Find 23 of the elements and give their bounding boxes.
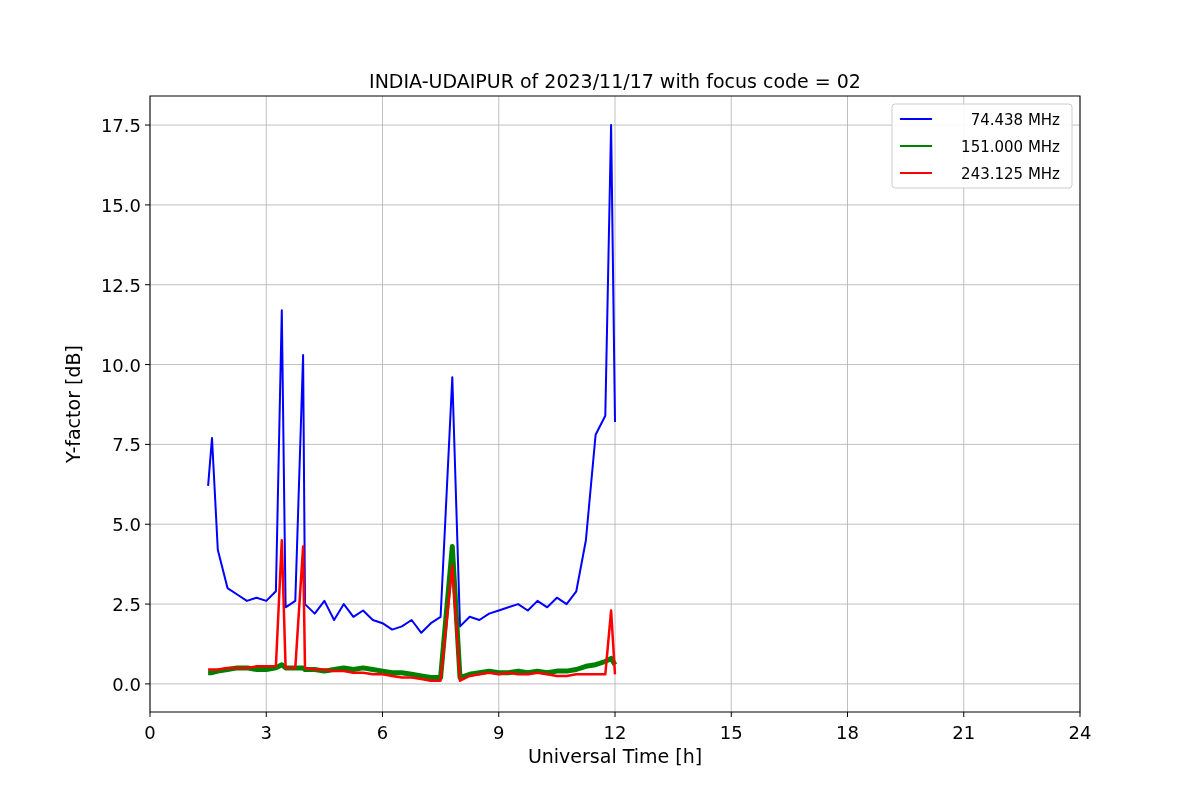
- tick-label: 10.0: [100, 354, 141, 376]
- tick-label: 0: [144, 722, 156, 743]
- tick-label: 0.0: [112, 673, 141, 695]
- tick-label: 24: [1068, 722, 1092, 743]
- legend-label: 243.125 MHz: [961, 165, 1060, 183]
- tick-label: 12: [603, 722, 627, 743]
- legend-label: 151.000 MHz: [961, 138, 1060, 156]
- tick-label: 15: [719, 722, 743, 743]
- tick-label: 6: [376, 722, 389, 743]
- tick-label: 12.5: [100, 274, 141, 296]
- tick-label: 3: [260, 722, 272, 743]
- tick-label: 15.0: [100, 194, 141, 216]
- axis-label: Y-factor [dB]: [62, 345, 84, 463]
- legend-label: 74.438 MHz: [970, 111, 1060, 129]
- tick-label: 2.5: [112, 594, 141, 616]
- tick-label: 18: [836, 722, 859, 743]
- axis-label: Universal Time [h]: [527, 745, 703, 767]
- chart-title: INDIA-UDAIPUR of 2023/11/17 with focus code = 02: [369, 70, 861, 92]
- tick-label: 21: [952, 722, 976, 743]
- tick-label: 7.5: [112, 434, 141, 456]
- tick-label: 17.5: [100, 115, 141, 137]
- tick-label: 5.0: [112, 514, 141, 536]
- tick-label: 9: [493, 722, 505, 743]
